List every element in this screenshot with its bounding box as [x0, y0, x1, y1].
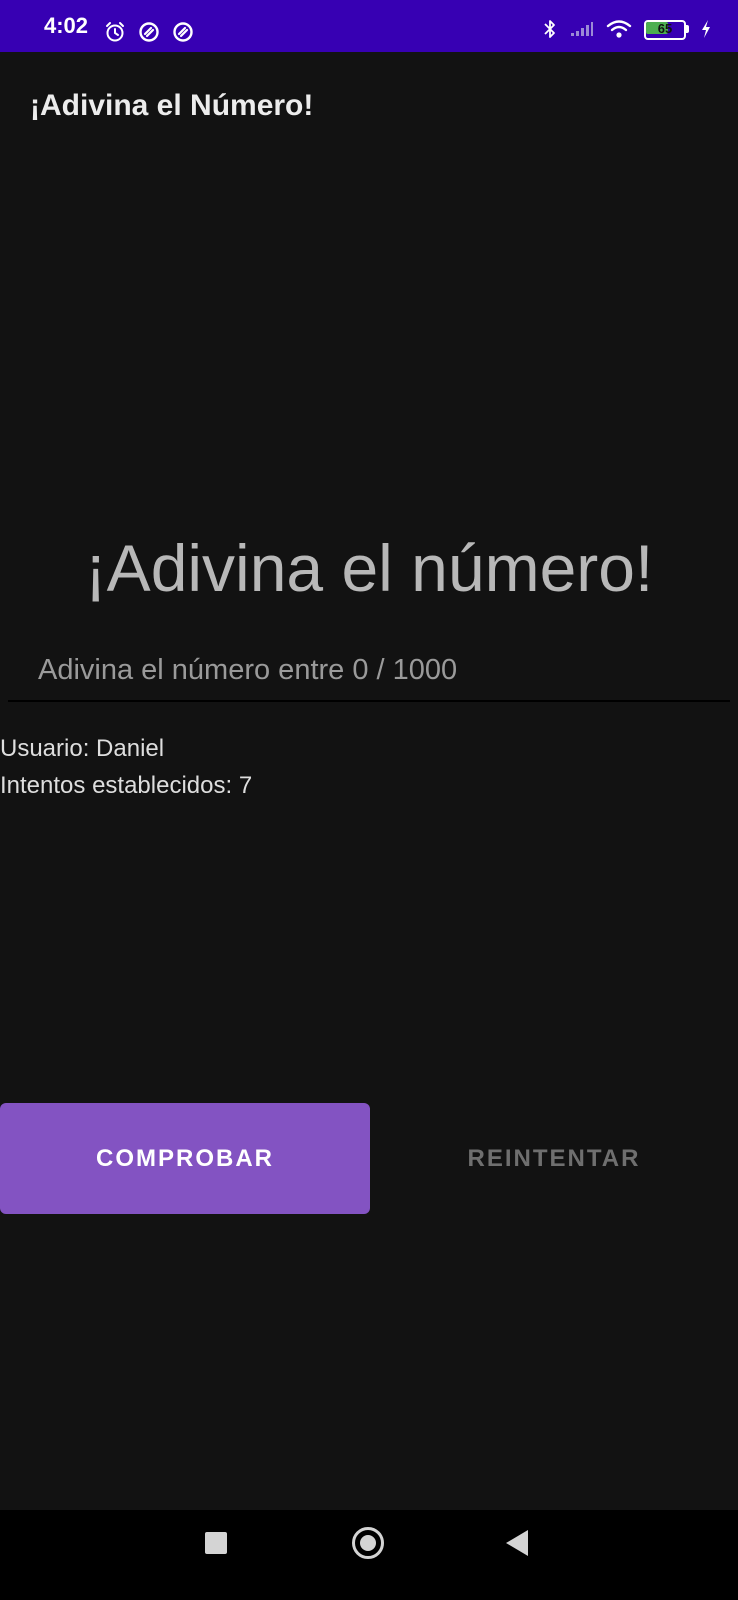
do-not-disturb-icon	[138, 21, 160, 43]
signal-icon	[570, 21, 594, 37]
guess-number-input[interactable]	[8, 640, 730, 702]
attempts-info: Intentos establecidos: 7	[0, 772, 253, 799]
recents-icon[interactable]	[205, 1532, 227, 1554]
status-bar: 4:02 65	[0, 0, 738, 52]
home-icon-dot	[360, 1535, 376, 1551]
bluetooth-icon	[542, 18, 558, 40]
battery-tip	[686, 25, 689, 33]
do-not-disturb-icon	[172, 21, 194, 43]
wifi-icon	[606, 19, 632, 39]
alarm-icon	[104, 21, 126, 43]
back-icon[interactable]	[506, 1530, 528, 1556]
status-time: 4:02	[44, 13, 89, 38]
user-info: Usuario: Daniel	[0, 735, 165, 762]
navigation-bar	[0, 1510, 738, 1600]
app-bar-title: ¡Adivina el Número!	[30, 89, 314, 122]
game-heading: ¡Adivina el número!	[84, 531, 654, 605]
check-button[interactable]: COMPROBAR	[0, 1103, 370, 1214]
status-notification-icons	[104, 21, 194, 43]
retry-button[interactable]: REINTENTAR	[370, 1103, 738, 1214]
status-system-icons: 65	[542, 18, 712, 40]
home-icon[interactable]	[352, 1527, 384, 1559]
charging-icon	[700, 19, 712, 39]
battery-percentage: 65	[657, 21, 673, 36]
battery-icon: 65	[644, 20, 689, 40]
